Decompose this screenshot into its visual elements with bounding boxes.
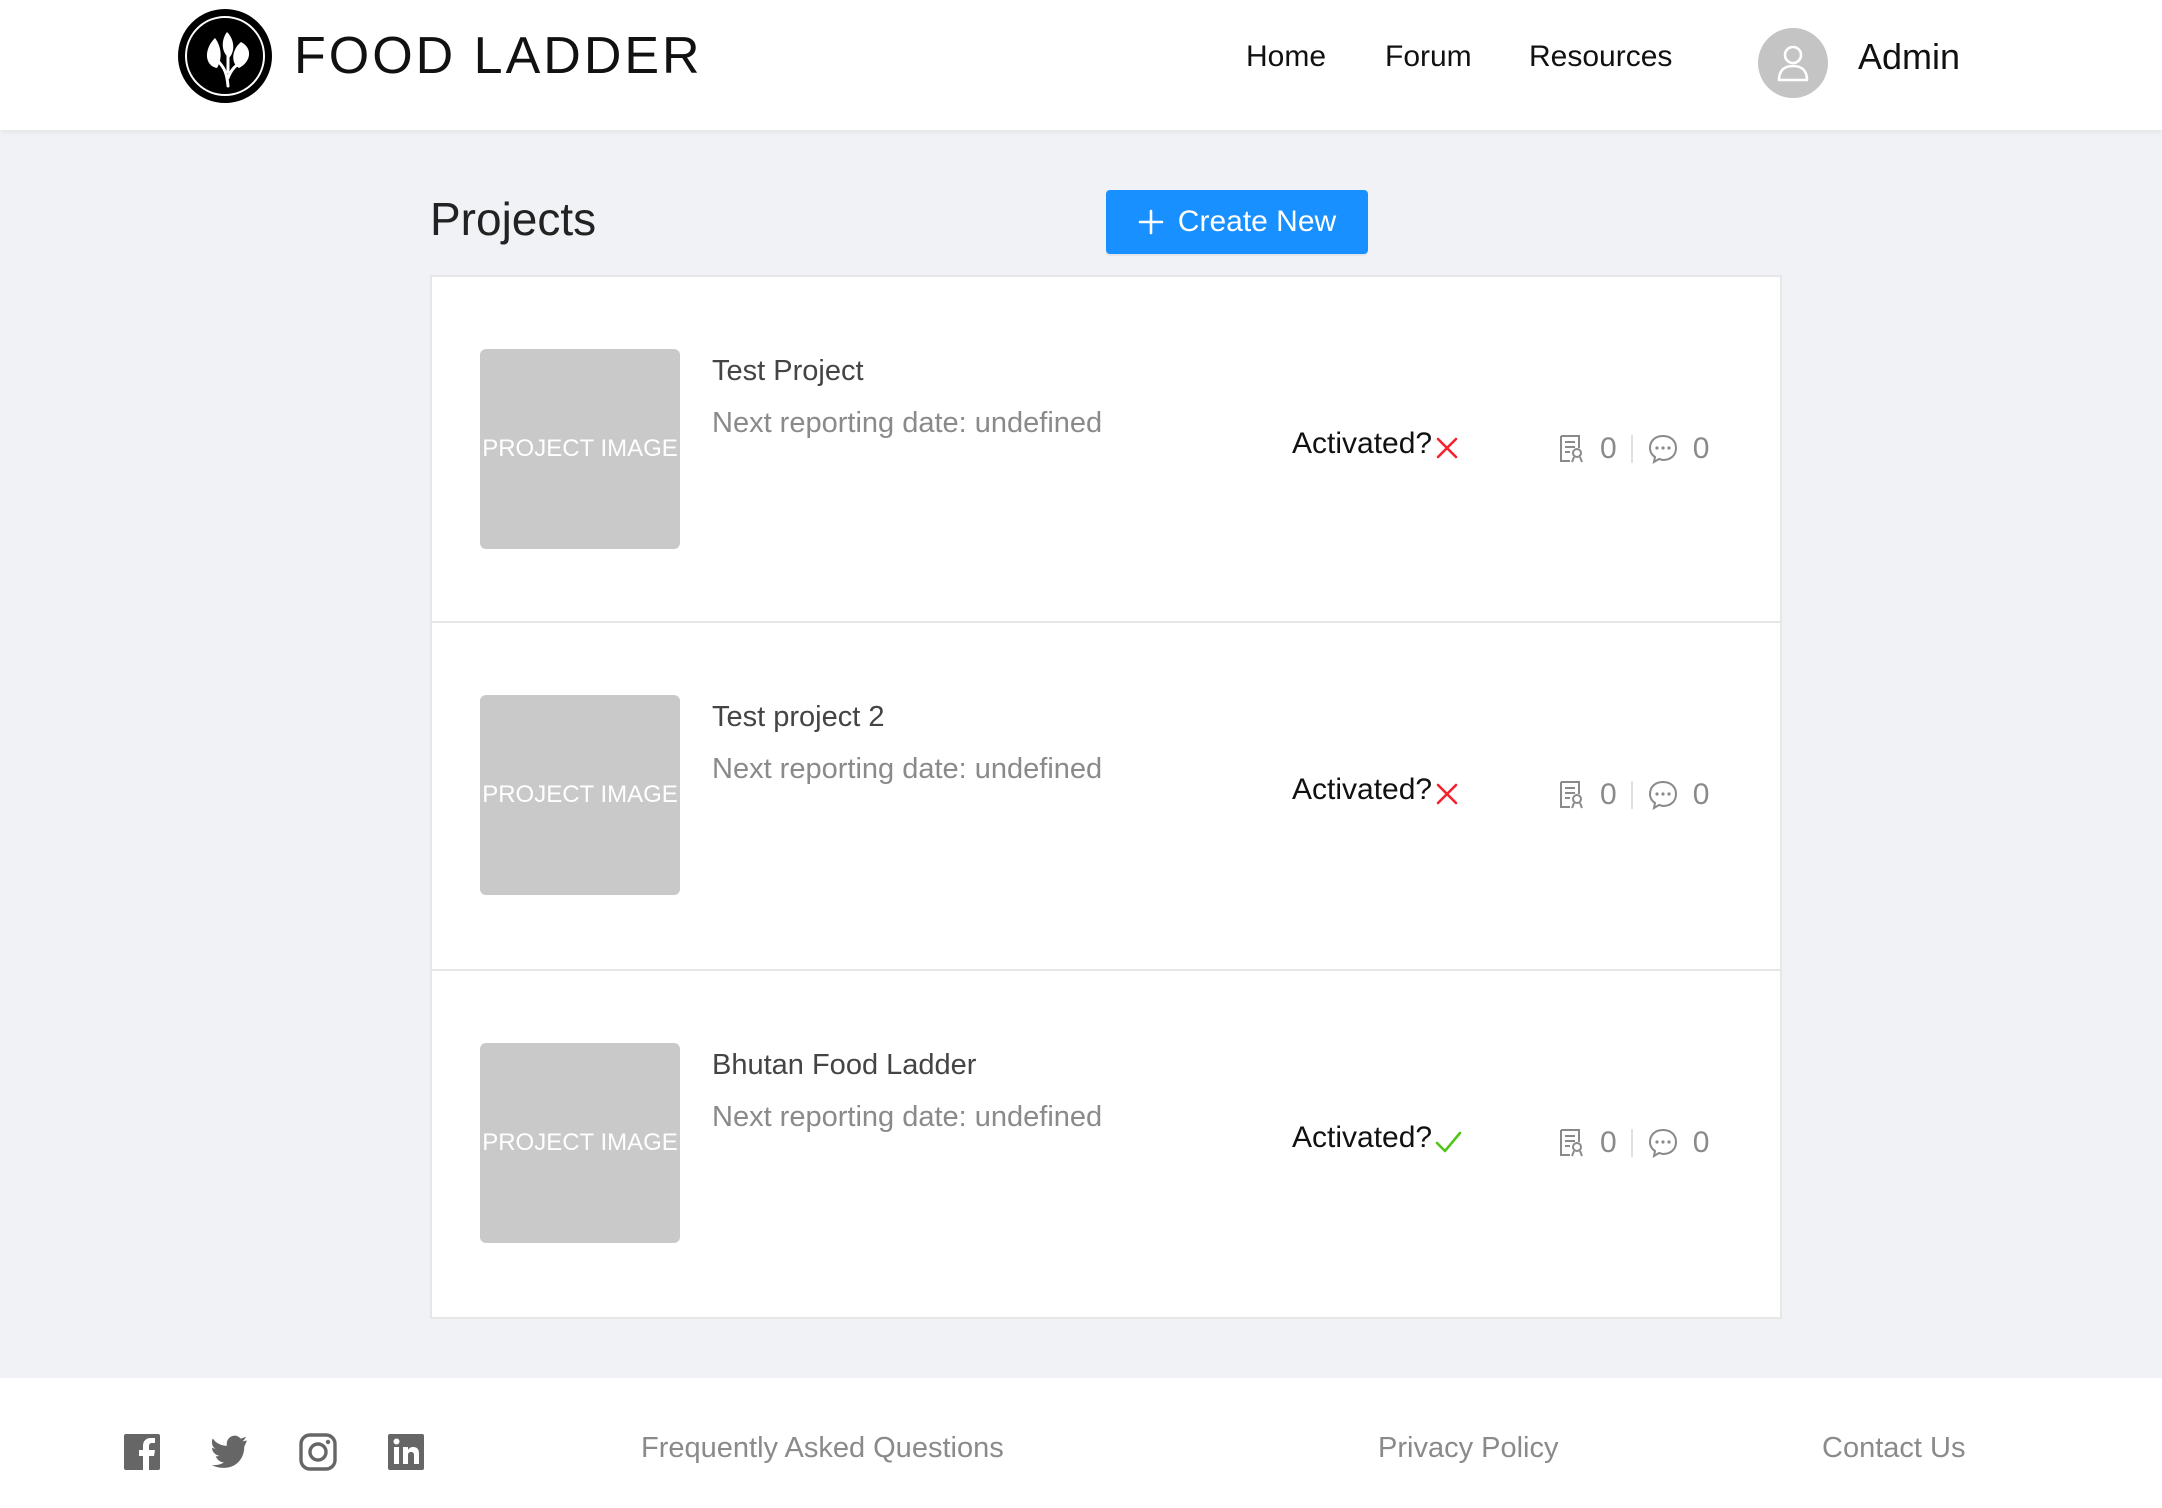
comment-icon: [1648, 434, 1677, 465]
avatar[interactable]: [1758, 28, 1828, 98]
nav-home[interactable]: Home: [1246, 40, 1326, 74]
next-reporting-date: Next reporting date: undefined: [712, 1101, 1103, 1133]
activated-label: Activated?: [1292, 427, 1433, 460]
activated-label: Activated?: [1292, 1121, 1433, 1154]
comments-count: 0: [1692, 778, 1710, 811]
plus-icon: [1138, 209, 1164, 235]
project-name[interactable]: Test project 2: [712, 701, 884, 734]
facebook-icon[interactable]: [122, 1432, 162, 1472]
check-icon: [1434, 1129, 1462, 1163]
activated-status: Activated?: [1292, 773, 1460, 807]
faq-link[interactable]: Frequently Asked Questions: [641, 1432, 1004, 1465]
comment-icon: [1648, 1128, 1677, 1159]
activated-status: Activated?: [1292, 427, 1460, 461]
activated-status: Activated?: [1292, 1121, 1462, 1155]
divider: [1630, 1129, 1633, 1157]
create-new-label: Create New: [1177, 205, 1337, 238]
linkedin-icon[interactable]: [386, 1432, 426, 1472]
project-stats: 0 0: [1558, 777, 1709, 813]
twitter-icon[interactable]: [210, 1432, 250, 1472]
top-header: FOOD LADDER Home Forum Resources Admin: [0, 0, 2162, 130]
comment-icon: [1648, 780, 1677, 811]
comments-count: 0: [1692, 1126, 1710, 1159]
nav-resources[interactable]: Resources: [1529, 40, 1672, 74]
project-name[interactable]: Test Project: [712, 355, 864, 388]
project-list: PROJECT IMAGE Test Project Next reportin…: [430, 275, 1782, 1319]
project-stats: 0 0: [1558, 431, 1709, 467]
divider: [1630, 435, 1633, 463]
reports-count: 0: [1600, 1126, 1617, 1159]
project-image-placeholder[interactable]: PROJECT IMAGE: [480, 349, 680, 549]
project-card[interactable]: PROJECT IMAGE Test project 2 Next report…: [430, 623, 1782, 971]
report-icon: [1560, 1129, 1583, 1157]
divider: [1630, 781, 1633, 809]
comments-count: 0: [1692, 432, 1710, 465]
contact-us-link[interactable]: Contact Us: [1822, 1432, 1965, 1465]
user-name[interactable]: Admin: [1858, 36, 1960, 78]
project-image-placeholder[interactable]: PROJECT IMAGE: [480, 1043, 680, 1243]
report-icon: [1560, 781, 1583, 809]
project-image-placeholder[interactable]: PROJECT IMAGE: [480, 695, 680, 895]
project-card[interactable]: PROJECT IMAGE Test Project Next reportin…: [430, 275, 1782, 623]
nav-forum[interactable]: Forum: [1385, 40, 1472, 74]
reports-count: 0: [1600, 432, 1617, 465]
project-card[interactable]: PROJECT IMAGE Bhutan Food Ladder Next re…: [430, 971, 1782, 1319]
leaf-logo-icon[interactable]: [178, 9, 272, 103]
report-icon: [1560, 435, 1583, 463]
next-reporting-date: Next reporting date: undefined: [712, 407, 1103, 439]
cross-icon: [1434, 781, 1460, 815]
activated-label: Activated?: [1292, 773, 1433, 806]
instagram-icon[interactable]: [298, 1432, 338, 1472]
cross-icon: [1434, 435, 1460, 469]
project-name[interactable]: Bhutan Food Ladder: [712, 1049, 976, 1082]
create-new-button[interactable]: Create New: [1106, 190, 1368, 254]
next-reporting-date: Next reporting date: undefined: [712, 753, 1103, 785]
user-icon: [1777, 45, 1809, 82]
brand-name[interactable]: FOOD LADDER: [294, 26, 703, 86]
privacy-policy-link[interactable]: Privacy Policy: [1378, 1432, 1559, 1465]
reports-count: 0: [1600, 778, 1617, 811]
page-title: Projects: [430, 193, 597, 245]
footer: Frequently Asked Questions Privacy Polic…: [0, 1378, 2162, 1508]
project-stats: 0 0: [1558, 1125, 1709, 1161]
